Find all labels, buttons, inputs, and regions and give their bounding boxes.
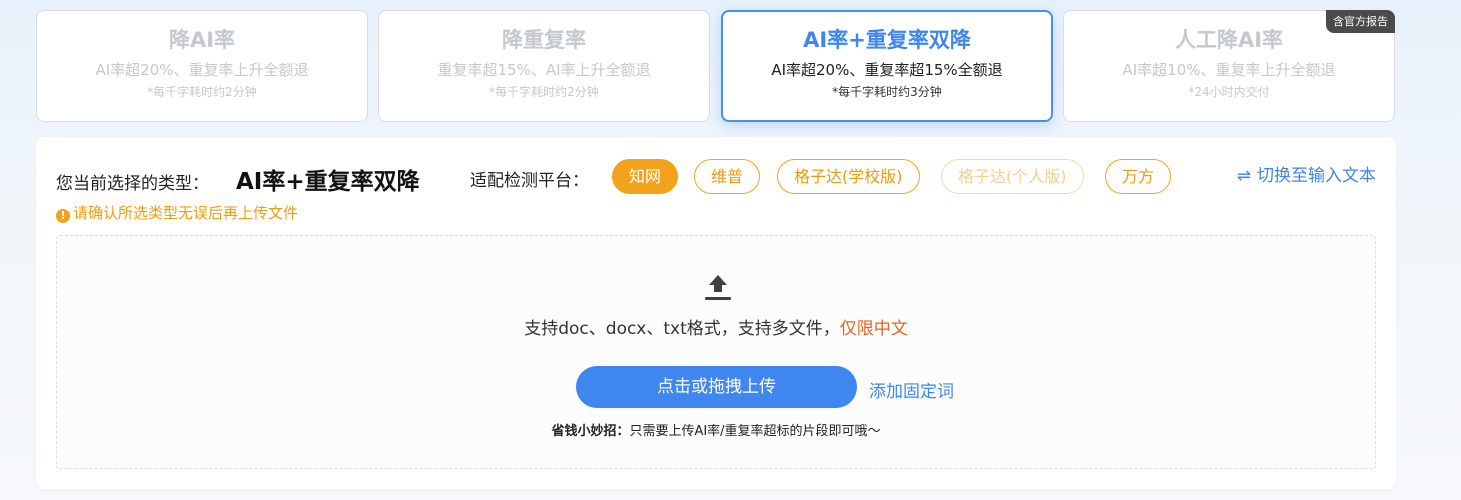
plan-card-note: *每千字耗时约3分钟 bbox=[832, 85, 942, 99]
plan-card-desc: AI率超10%、重复率上升全额退 bbox=[1122, 61, 1336, 79]
upload-panel: 您当前选择的类型： AI率+重复率双降 适配检测平台： 知网 维普 格子达(学校… bbox=[36, 137, 1396, 489]
plan-card-note: *每千字耗时约2分钟 bbox=[147, 85, 257, 99]
platform-gezida-school[interactable]: 格子达(学校版) bbox=[777, 159, 920, 194]
plan-card-reduce-duplicate[interactable]: 降重复率 重复率超15%、AI率上升全额退 *每千字耗时约2分钟 bbox=[378, 10, 710, 122]
add-fixed-words-link[interactable]: 添加固定词 bbox=[869, 377, 954, 402]
swap-arrows-icon: ⇌ bbox=[1236, 166, 1251, 186]
plan-card-desc: AI率超20%、重复率超15%全额退 bbox=[771, 61, 1003, 79]
plan-card-desc: 重复率超15%、AI率上升全额退 bbox=[437, 61, 651, 79]
supported-formats: 支持doc、docx、txt格式，支持多文件，仅限中文 bbox=[57, 314, 1375, 339]
plan-card-title: 降AI率 bbox=[168, 28, 236, 52]
upload-icon bbox=[705, 275, 731, 300]
saving-tip: 省钱小妙招：只需要上传AI率/重复率超标的片段即可哦～ bbox=[57, 420, 1375, 439]
warning-icon: ! bbox=[56, 209, 70, 223]
platform-gezida-personal[interactable]: 格子达(个人版) bbox=[941, 159, 1084, 194]
upload-button[interactable]: 点击或拖拽上传 bbox=[576, 366, 857, 408]
tip-text: 只需要上传AI率/重复率超标的片段即可哦～ bbox=[629, 424, 881, 439]
platform-wanfang[interactable]: 万方 bbox=[1105, 159, 1172, 194]
plan-card-title: 降重复率 bbox=[502, 28, 586, 52]
plan-card-reduce-ai[interactable]: 降AI率 AI率超20%、重复率上升全额退 *每千字耗时约2分钟 bbox=[36, 10, 368, 122]
official-report-badge: 含官方报告 bbox=[1326, 10, 1395, 33]
plan-card-note: *24小时内交付 bbox=[1188, 85, 1270, 99]
plan-card-desc: AI率超20%、重复率上升全额退 bbox=[95, 61, 309, 79]
selected-type-label: 您当前选择的类型： bbox=[56, 174, 209, 194]
plan-card-title: AI率+重复率双降 bbox=[803, 28, 971, 52]
plan-card-note: *每千字耗时约2分钟 bbox=[489, 85, 599, 99]
plan-card-manual-reduce-ai[interactable]: 含官方报告 人工降AI率 AI率超10%、重复率上升全额退 *24小时内交付 bbox=[1063, 10, 1395, 122]
platform-cnki[interactable]: 知网 bbox=[612, 159, 679, 194]
switch-to-text-input[interactable]: ⇌ 切换至输入文本 bbox=[1237, 161, 1376, 186]
selected-type-value: AI率+重复率双降 bbox=[236, 169, 420, 195]
chinese-only-note: 仅限中文 bbox=[839, 319, 908, 339]
warning-message: ! 请确认所选类型无误后再上传文件 bbox=[56, 202, 298, 223]
plan-card-double-reduce[interactable]: AI率+重复率双降 AI率超20%、重复率超15%全额退 *每千字耗时约3分钟 bbox=[721, 10, 1053, 122]
warning-text: 请确认所选类型无误后再上传文件 bbox=[73, 204, 299, 222]
platform-label: 适配检测平台： bbox=[470, 171, 589, 191]
platform-vip[interactable]: 维普 bbox=[694, 159, 761, 194]
file-drop-zone[interactable]: 支持doc、docx、txt格式，支持多文件，仅限中文 点击或拖拽上传 添加固定… bbox=[56, 235, 1376, 469]
formats-text: 支持doc、docx、txt格式，支持多文件， bbox=[524, 319, 840, 339]
switch-label: 切换至输入文本 bbox=[1257, 166, 1376, 186]
tip-label: 省钱小妙招： bbox=[551, 424, 630, 439]
